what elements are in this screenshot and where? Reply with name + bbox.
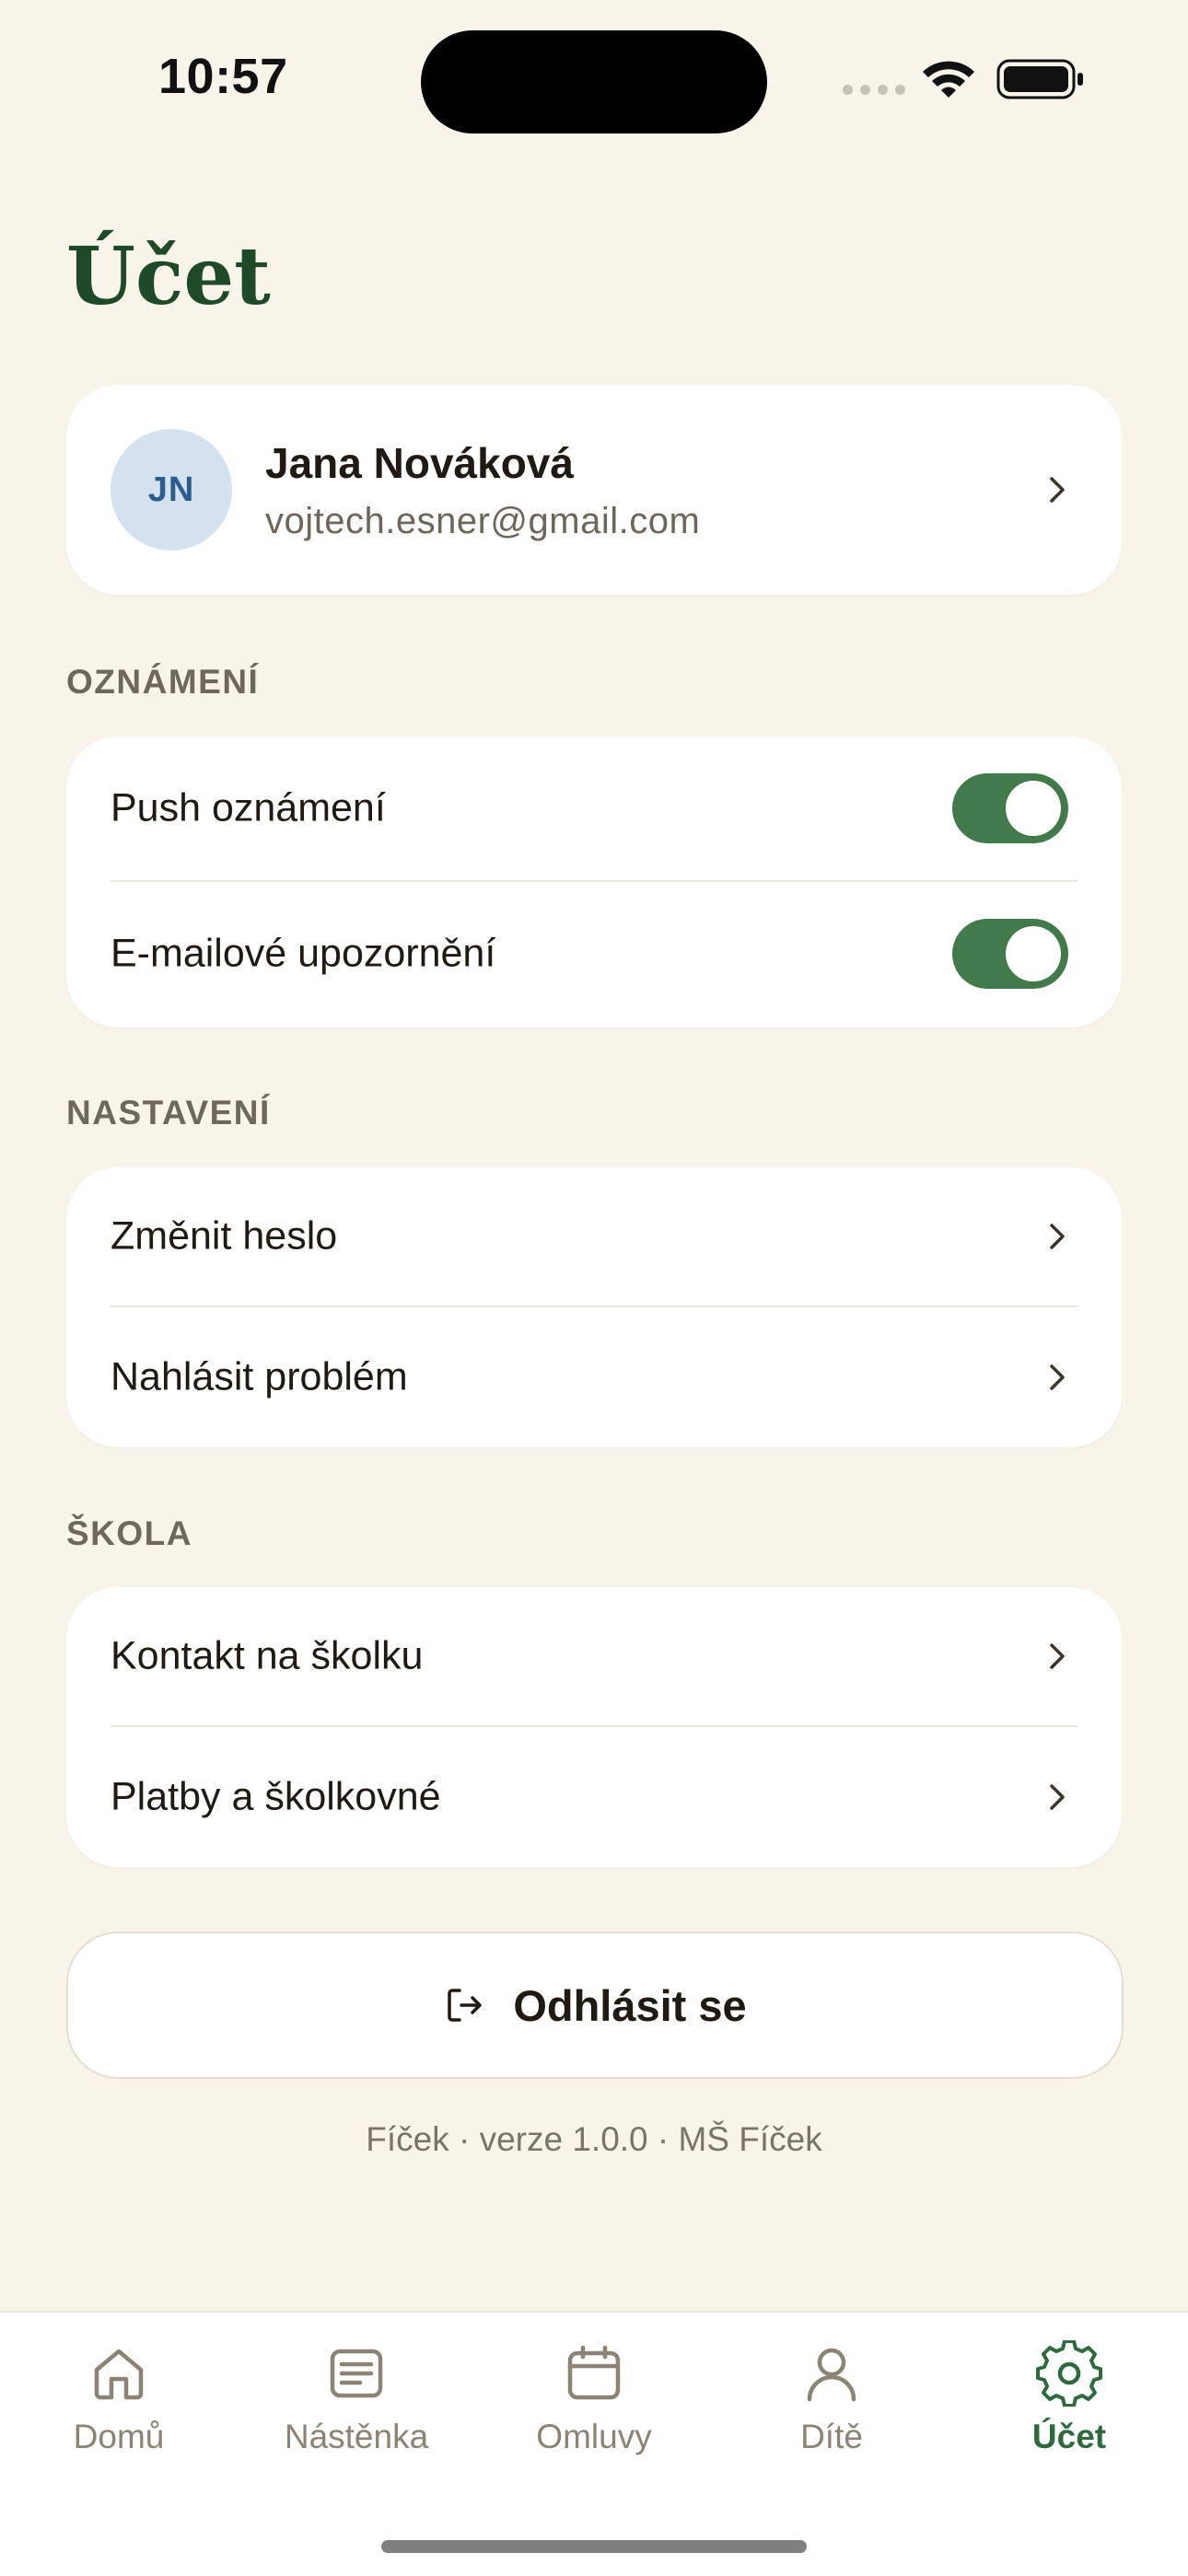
status-bar: 10:57	[0, 0, 1188, 157]
tab-child[interactable]: Dítě	[740, 2340, 924, 2478]
tab-board-label: Nástěnka	[284, 2418, 429, 2455]
tab-account-label: Účet	[1031, 2418, 1107, 2455]
tab-excuses[interactable]: Omluvy	[502, 2340, 686, 2478]
payments-label: Platby a školkovné	[111, 1774, 441, 1819]
home-icon	[94, 2349, 144, 2400]
app-version-footer: Fíček · verze 1.0.0 · MŠ Fíček	[366, 2120, 822, 2158]
profile-email: vojtech.esner@gmail.com	[265, 501, 701, 541]
logout-icon	[448, 1989, 483, 2022]
board-icon	[330, 2349, 383, 2398]
push-notifications-toggle[interactable]	[952, 773, 1068, 843]
chevron-right-icon	[1050, 1643, 1065, 1669]
school-contact-row[interactable]: Kontakt na školku	[111, 1587, 1077, 1725]
push-notifications-row: Push oznámení	[111, 737, 1077, 880]
payments-row[interactable]: Platby a školkovné	[111, 1727, 1077, 1867]
email-notifications-toggle[interactable]	[952, 919, 1068, 989]
tab-home-label: Domů	[73, 2418, 165, 2455]
push-notifications-label: Push oznámení	[111, 785, 386, 830]
chevron-right-icon	[1050, 1364, 1065, 1390]
chevron-right-icon	[1050, 1784, 1065, 1810]
section-label-notifications: OZNÁMENÍ	[66, 663, 260, 701]
profile-card[interactable]: JN Jana Nováková vojtech.esner@gmail.com	[66, 385, 1122, 595]
notifications-card: Push oznámení E-mailové upozornění	[66, 737, 1122, 1027]
email-notifications-row: E-mailové upozornění	[111, 882, 1077, 1026]
home-indicator	[381, 2540, 807, 2553]
profile-name: Jana Nováková	[265, 439, 574, 487]
tab-bar: Domů Nástěnka Omluvy Dítě Účet	[0, 2311, 1188, 2576]
section-label-settings: NASTAVENÍ	[66, 1094, 271, 1131]
status-time: 10:57	[158, 49, 288, 104]
tab-child-label: Dítě	[800, 2418, 863, 2455]
page-title: Účet	[66, 230, 271, 323]
calendar-icon	[567, 2345, 621, 2400]
change-password-row[interactable]: Změnit heslo	[111, 1167, 1077, 1305]
tab-account[interactable]: Účet	[977, 2340, 1161, 2478]
change-password-label: Změnit heslo	[111, 1213, 338, 1259]
battery-icon	[996, 59, 1083, 99]
report-problem-row[interactable]: Nahlásit problém	[111, 1307, 1077, 1447]
tab-board[interactable]: Nástěnka	[264, 2340, 448, 2478]
dynamic-island	[421, 30, 767, 133]
tab-home[interactable]: Domů	[27, 2340, 211, 2478]
school-card: Kontakt na školku Platby a školkovné	[66, 1587, 1122, 1867]
wifi-icon	[923, 61, 974, 98]
report-problem-label: Nahlásit problém	[111, 1354, 408, 1399]
person-icon	[807, 2348, 856, 2402]
logout-button[interactable]: Odhlásit se	[66, 1932, 1124, 2079]
logout-label: Odhlásit se	[513, 1980, 747, 2030]
settings-card: Změnit heslo Nahlásit problém	[66, 1167, 1122, 1447]
chevron-right-icon	[1050, 1224, 1065, 1249]
email-notifications-label: E-mailové upozornění	[111, 931, 496, 976]
section-label-school: ŠKOLA	[66, 1514, 192, 1552]
school-contact-label: Kontakt na školku	[111, 1633, 424, 1678]
cellular-signal-icon	[843, 85, 905, 95]
avatar: JN	[111, 429, 232, 551]
tab-excuses-label: Omluvy	[536, 2418, 652, 2455]
gear-icon	[1036, 2340, 1102, 2407]
chevron-right-icon	[1050, 477, 1065, 503]
